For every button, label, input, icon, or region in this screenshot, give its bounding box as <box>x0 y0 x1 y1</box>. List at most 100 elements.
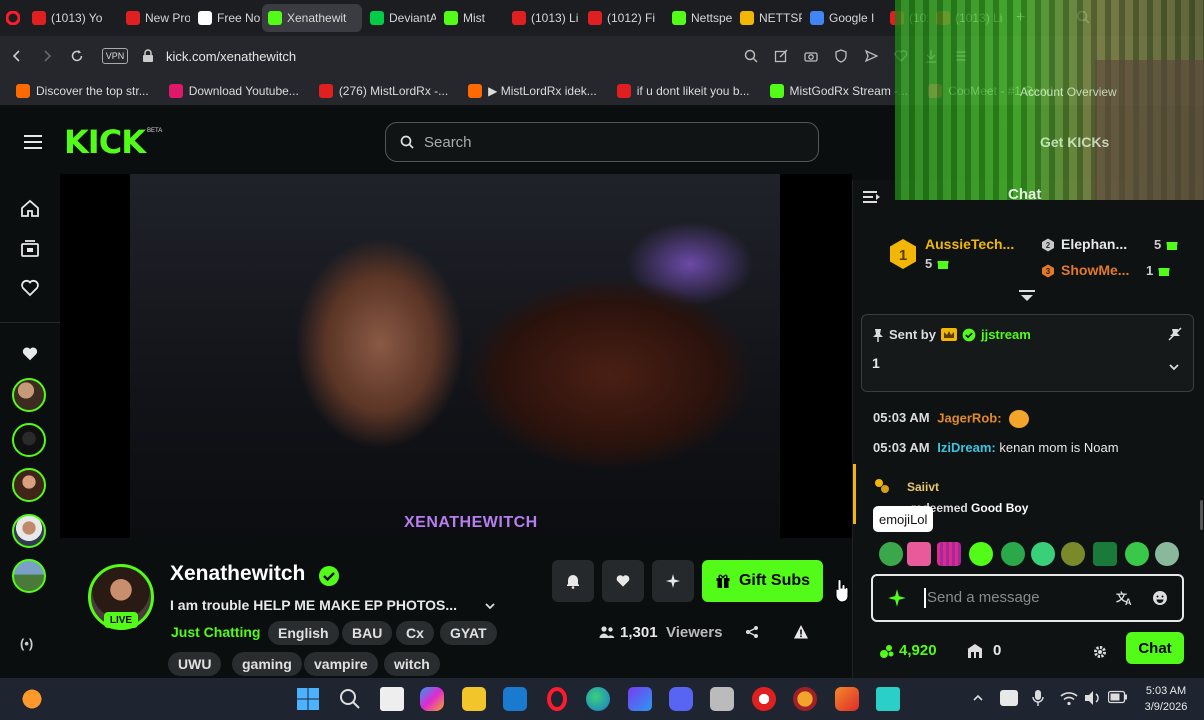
hamburger-menu-icon[interactable] <box>24 134 42 150</box>
send-icon[interactable] <box>864 49 878 63</box>
send-chat-button[interactable]: Chat <box>1126 632 1184 664</box>
browser-tab[interactable]: DeviantA <box>364 4 436 32</box>
expand-leaderboard-icon[interactable] <box>1019 290 1035 302</box>
pinned-message[interactable]: Sent by jjstream 1 <box>861 314 1194 392</box>
kick-logo[interactable]: KICK BETA <box>64 122 162 162</box>
tag-chip[interactable]: UWU <box>168 652 222 676</box>
chat-scrollbar[interactable] <box>1200 500 1203 530</box>
report-warning-icon[interactable] <box>793 624 809 640</box>
file-explorer-icon[interactable] <box>462 687 486 711</box>
translate-icon[interactable]: 文A <box>1116 590 1134 606</box>
bookmark-item[interactable]: MistGodRx Stream -... <box>762 83 917 98</box>
chat-message[interactable]: 05:03 AM JagerRob: <box>873 410 1030 428</box>
emoji-picker-icon[interactable] <box>1152 590 1168 606</box>
emote-icon[interactable] <box>937 542 961 566</box>
followed-channel-avatar[interactable] <box>12 468 46 502</box>
unpin-icon[interactable] <box>1168 327 1182 341</box>
collapse-chat-icon[interactable] <box>863 190 881 204</box>
emote-icon[interactable] <box>1061 542 1085 566</box>
bookmark-item[interactable]: ▶ MistLordRx idek... <box>460 83 605 98</box>
back-icon[interactable] <box>10 49 24 63</box>
camera-icon[interactable] <box>804 49 818 63</box>
emote-icon[interactable] <box>1125 542 1149 566</box>
browser-tab[interactable]: Mist <box>438 4 504 32</box>
browser-tab[interactable]: Google I <box>804 4 882 32</box>
followed-channel-avatar[interactable] <box>12 559 46 593</box>
share-icon[interactable] <box>745 625 759 639</box>
video-player[interactable]: XENATHEWITCH <box>60 174 852 538</box>
copilot-icon[interactable] <box>420 687 444 711</box>
media-app-icon[interactable] <box>628 687 652 711</box>
bookmark-item[interactable]: Discover the top str... <box>8 83 157 98</box>
browser-tab[interactable]: Nettsper <box>666 4 732 32</box>
tag-chip[interactable]: GYAT <box>440 621 497 645</box>
discord-icon[interactable] <box>669 687 693 711</box>
url-text[interactable]: kick.com/xenathewitch <box>166 49 296 64</box>
battery-icon[interactable] <box>1108 690 1128 704</box>
leaderboard-name[interactable]: ShowMe... <box>1061 262 1129 278</box>
expand-sidebar-icon[interactable]: (•) <box>20 636 33 651</box>
lock-icon[interactable] <box>142 49 154 63</box>
taskbar-search-icon[interactable] <box>338 687 362 711</box>
tray-app-icon[interactable] <box>1000 690 1018 706</box>
clock[interactable]: 5:03 AM 3/9/2026 <box>1140 683 1192 715</box>
leaderboard-name[interactable]: AussieTech... <box>925 236 1014 252</box>
browse-icon[interactable] <box>18 236 42 260</box>
chat-message[interactable]: 05:03 AM IziDream: kenan mom is Noam <box>873 440 1119 455</box>
browser-tab[interactable]: (1013) Yo <box>26 4 118 32</box>
browser-tab[interactable]: (1013) Li <box>506 4 580 32</box>
emote-icon[interactable] <box>1001 542 1025 566</box>
tag-chip[interactable]: Cx <box>396 621 434 645</box>
category-link[interactable]: Just Chatting <box>171 624 260 640</box>
kicks-balance[interactable]: 4,920 <box>879 642 937 659</box>
browser-tab[interactable]: Free No <box>192 4 260 32</box>
show-hidden-icons-chevron-icon[interactable] <box>972 692 984 704</box>
sparkle-green-icon[interactable] <box>887 588 907 608</box>
streamer-name[interactable]: Xenathewitch <box>170 562 305 586</box>
follow-button[interactable] <box>602 560 644 602</box>
followed-channel-avatar[interactable] <box>12 378 46 412</box>
message-username[interactable]: JagerRob: <box>937 410 1001 425</box>
shield-icon[interactable] <box>834 49 848 63</box>
message-username[interactable]: IziDream: <box>937 440 996 455</box>
app-icon[interactable] <box>793 687 817 711</box>
tag-chip[interactable]: gaming <box>232 652 302 676</box>
emote-icon[interactable] <box>1031 542 1055 566</box>
gift-subs-button[interactable]: Gift Subs <box>702 560 823 602</box>
edit-icon[interactable] <box>774 49 788 63</box>
microphone-icon[interactable] <box>1032 689 1044 707</box>
sparkle-button[interactable] <box>652 560 694 602</box>
browser-tab[interactable]: (1012) Fi <box>582 4 664 32</box>
emote-icon[interactable] <box>879 542 903 566</box>
bookmark-item[interactable]: if u dont likeit you b... <box>609 83 758 98</box>
browser-tab[interactable]: Xenathewit <box>262 4 362 32</box>
tag-chip[interactable]: witch <box>384 652 440 676</box>
task-view-icon[interactable] <box>380 687 404 711</box>
reload-icon[interactable] <box>70 49 84 63</box>
browser-tab[interactable]: New Pro <box>120 4 190 32</box>
browser-tab[interactable]: NETTSPE <box>734 4 802 32</box>
opera-taskbar-icon[interactable] <box>545 687 569 711</box>
followed-channel-avatar[interactable] <box>12 514 46 548</box>
tag-chip[interactable]: English <box>268 621 339 645</box>
redeem-user[interactable]: Saiivt <box>907 480 939 494</box>
windows-start-icon[interactable] <box>296 687 320 711</box>
expand-title-chevron-icon[interactable] <box>484 600 496 612</box>
app-icon[interactable] <box>752 687 776 711</box>
pinned-user[interactable]: jjstream <box>981 327 1031 342</box>
leaderboard-name[interactable]: Elephan... <box>1061 236 1127 252</box>
subs-count[interactable]: 0 <box>967 642 1001 659</box>
weather-widget-icon[interactable] <box>20 687 44 711</box>
chat-message-input[interactable]: Send a message 文A <box>871 574 1184 622</box>
vpn-badge[interactable]: VPN <box>102 48 128 64</box>
search-input[interactable]: Search <box>385 122 819 162</box>
tag-chip[interactable]: BAU <box>342 621 393 645</box>
emote-icon[interactable] <box>1093 542 1117 566</box>
following-heart-icon[interactable] <box>18 276 42 300</box>
emote-icon[interactable] <box>907 542 931 566</box>
camera-app-icon[interactable] <box>710 687 734 711</box>
outlook-icon[interactable] <box>503 687 527 711</box>
opera-logo-icon[interactable] <box>0 11 26 25</box>
followed-channel-avatar[interactable] <box>12 423 46 457</box>
notification-bell-button[interactable] <box>552 560 594 602</box>
